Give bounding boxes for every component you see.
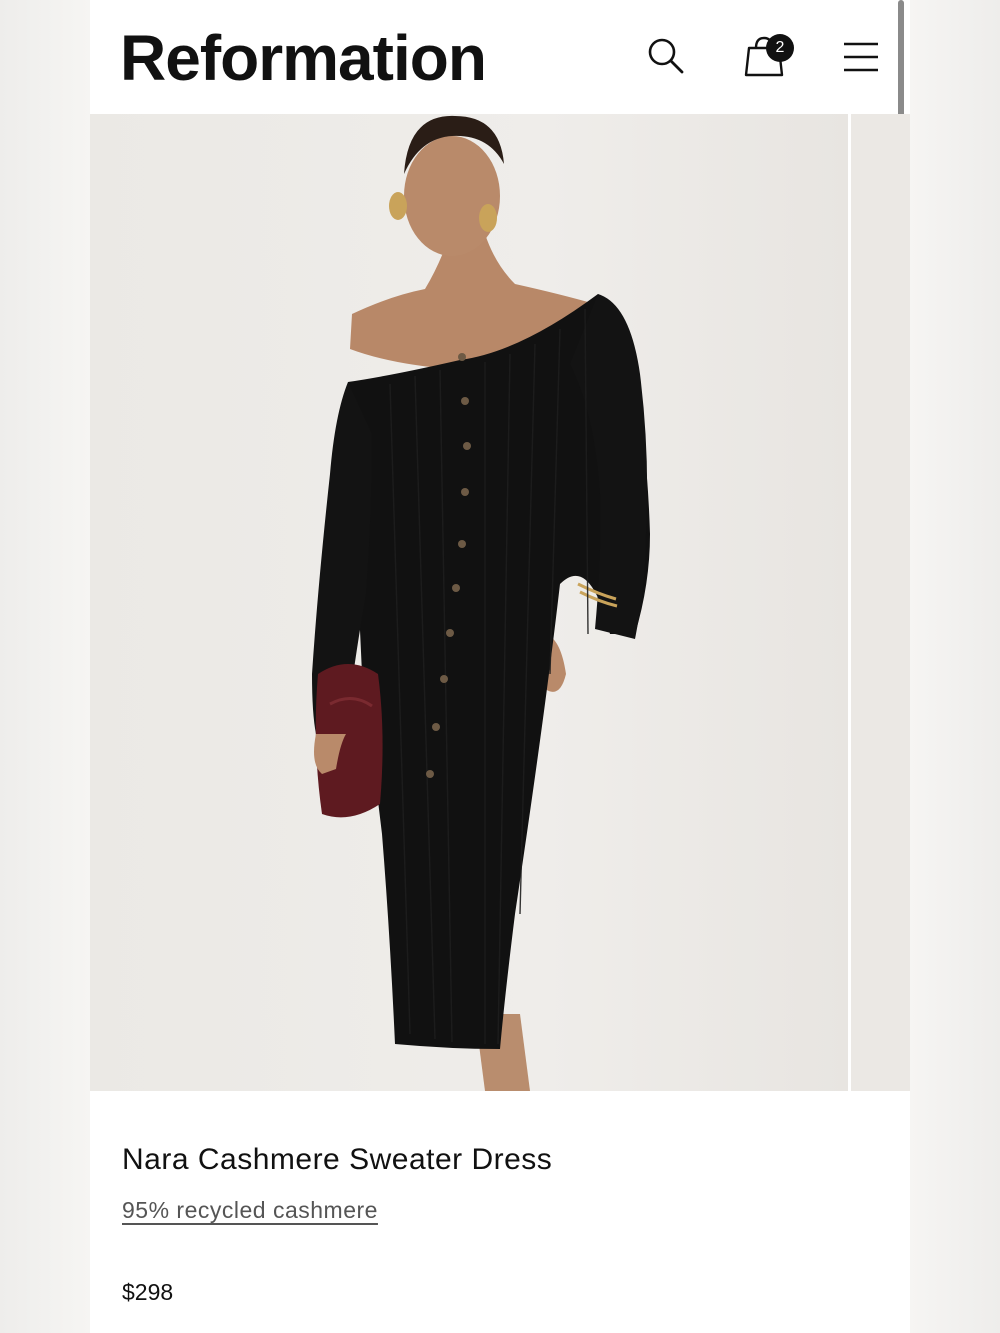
product-image-next-preview[interactable] <box>851 114 910 1091</box>
search-icon <box>648 38 684 74</box>
cart-button[interactable]: 2 <box>740 30 794 82</box>
material-link[interactable]: 95% recycled cashmere <box>122 1197 378 1224</box>
menu-button[interactable] <box>838 30 886 82</box>
product-price: $298 <box>122 1279 174 1305</box>
cart-count-badge: 2 <box>766 34 794 62</box>
background-right <box>910 0 1000 1333</box>
product-image-carousel[interactable] <box>90 114 910 1091</box>
menu-icon <box>844 42 878 72</box>
brand-logo[interactable]: Reformation <box>120 22 487 94</box>
site-header: Reformation 2 <box>90 0 910 114</box>
model-photo <box>312 115 650 1091</box>
product-info: Nara Cashmere Sweater Dress 95% recycled… <box>90 1091 910 1333</box>
product-image-main[interactable] <box>90 114 848 1091</box>
product-page: Reformation 2 Nara Cashmere Sweater Dres… <box>90 0 910 1333</box>
product-title: Nara Cashmere Sweater Dress <box>122 1143 553 1176</box>
search-button[interactable] <box>642 30 690 82</box>
background-left <box>0 0 90 1333</box>
